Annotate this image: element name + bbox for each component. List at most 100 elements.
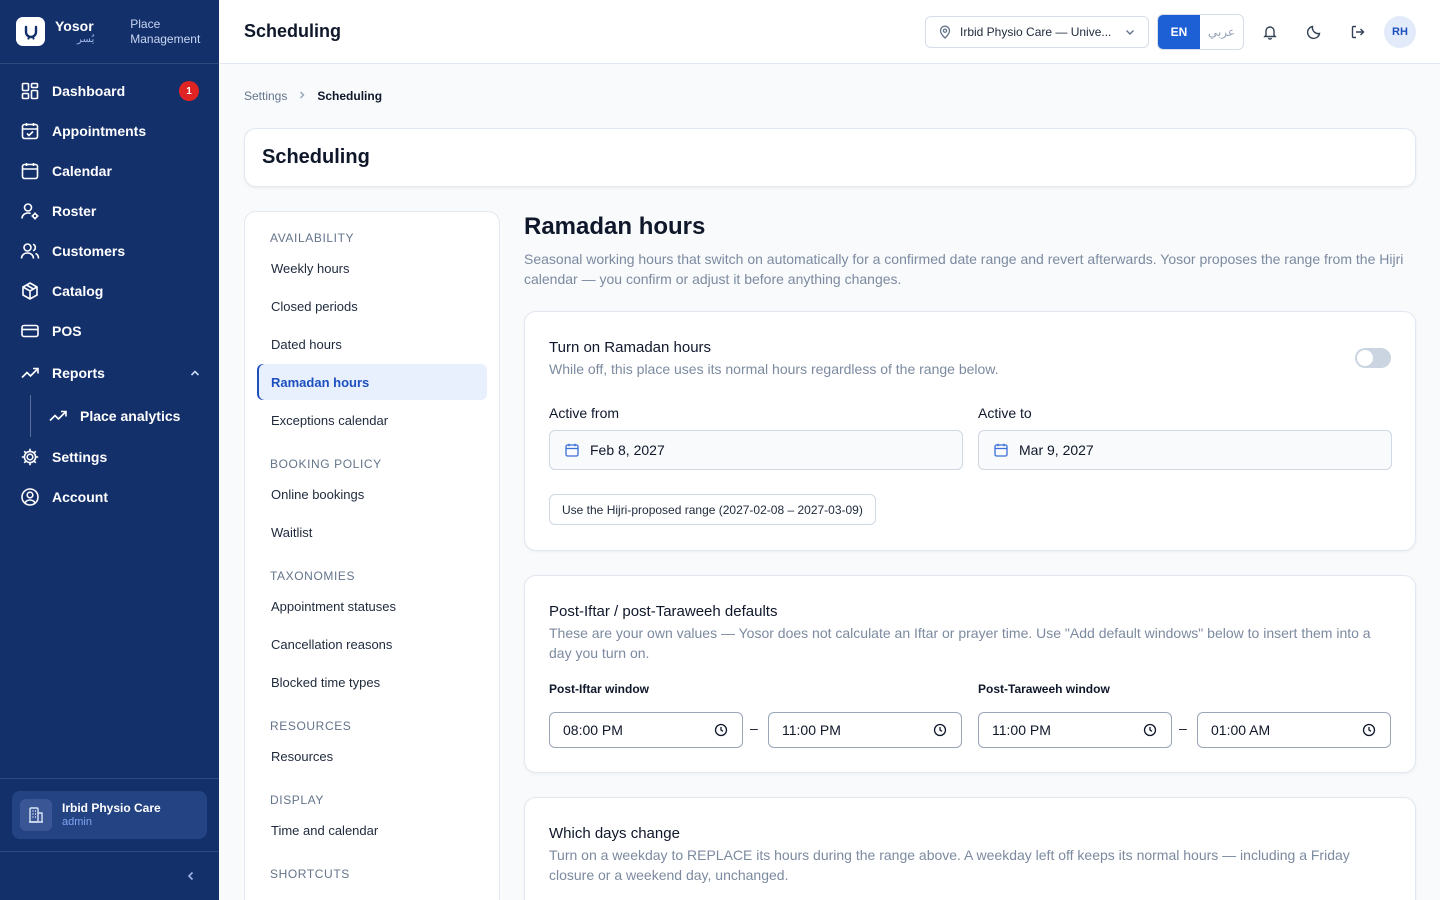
page-title-card: Scheduling	[244, 128, 1416, 187]
settings-submenu: AVAILABILITY Weekly hours Closed periods…	[244, 211, 500, 900]
days-card-title: Which days change	[549, 825, 680, 842]
clock-icon	[714, 723, 728, 737]
post-taraweeh-end-value: 01:00 AM	[1211, 722, 1271, 738]
nav-appointments-label: Appointments	[52, 123, 147, 139]
defaults-card: Post-Iftar / post-Taraweeh defaults Thes…	[524, 575, 1416, 773]
submenu-ramadan-hours[interactable]: Ramadan hours	[257, 364, 487, 400]
active-to-input[interactable]: Mar 9, 2027	[978, 430, 1392, 470]
brand[interactable]: Yosor يُسر Place Management	[0, 0, 219, 64]
days-card-description: Turn on a weekday to REPLACE its hours d…	[549, 847, 1350, 883]
post-taraweeh-start-value: 11:00 PM	[992, 722, 1051, 738]
nav-customers[interactable]: Customers	[0, 231, 219, 271]
submenu-online-bookings[interactable]: Online bookings	[257, 476, 487, 512]
breadcrumb-settings[interactable]: Settings	[244, 89, 287, 103]
clock-icon	[1362, 723, 1376, 737]
lang-ar-button[interactable]: عربي	[1200, 15, 1243, 49]
ramadan-hours-toggle[interactable]	[1355, 348, 1391, 368]
brand-name-en: Yosor	[55, 17, 94, 34]
nav-catalog-label: Catalog	[52, 283, 104, 299]
place-selector[interactable]: Irbid Physio Care — Unive...	[925, 16, 1149, 48]
user-circle-icon	[21, 488, 39, 506]
active-from-value: Feb 8, 2027	[590, 442, 665, 458]
group-resources: RESOURCES	[270, 719, 352, 733]
calendar-icon	[994, 443, 1008, 457]
sidebar: Yosor يُسر Place Management Dashboard 1 …	[0, 0, 219, 900]
brand-subtitle: Place Management	[130, 17, 200, 47]
submenu-appointment-statuses[interactable]: Appointment statuses	[257, 588, 487, 624]
nav-dashboard[interactable]: Dashboard 1	[0, 71, 219, 111]
section-description: Seasonal working hours that switch on au…	[524, 251, 1404, 287]
page-title: Scheduling	[262, 146, 370, 168]
group-availability: AVAILABILITY	[270, 231, 355, 245]
lang-en-button[interactable]: EN	[1158, 15, 1200, 49]
use-hijri-range-button[interactable]: Use the Hijri-proposed range (2027-02-08…	[549, 494, 876, 525]
theme-toggle-button[interactable]	[1304, 22, 1324, 42]
active-from-input[interactable]: Feb 8, 2027	[549, 430, 963, 470]
post-iftar-end-input[interactable]: 11:00 PM	[768, 712, 962, 748]
submenu-cancellation-reasons[interactable]: Cancellation reasons	[257, 626, 487, 662]
nav-customers-label: Customers	[52, 243, 126, 259]
nav-place-analytics-label: Place analytics	[80, 408, 181, 424]
nav-calendar[interactable]: Calendar	[0, 151, 219, 191]
user-cog-icon	[21, 203, 39, 220]
brand-name-ar: يُسر	[77, 33, 95, 45]
nav-settings[interactable]: Settings	[0, 437, 219, 477]
range-separator: –	[1179, 720, 1187, 736]
nav-pos[interactable]: POS	[0, 311, 219, 351]
submenu-exceptions-calendar[interactable]: Exceptions calendar	[257, 402, 487, 438]
post-iftar-end-value: 11:00 PM	[782, 722, 841, 738]
nav-place-analytics[interactable]: Place analytics	[0, 395, 219, 437]
submenu-blocked-time-types[interactable]: Blocked time types	[257, 664, 487, 700]
org-name: Irbid Physio Care	[62, 801, 161, 816]
breadcrumb: Settings Scheduling	[244, 89, 382, 103]
brand-subtitle-line1: Place	[130, 16, 161, 31]
nav-reports[interactable]: Reports	[0, 351, 219, 395]
submenu-waitlist[interactable]: Waitlist	[257, 514, 487, 550]
defaults-card-title: Post-Iftar / post-Taraweeh defaults	[549, 603, 778, 620]
post-taraweeh-start-input[interactable]: 11:00 PM	[978, 712, 1172, 748]
group-display: DISPLAY	[270, 793, 324, 807]
main-content: Ramadan hours Seasonal working hours tha…	[524, 211, 1416, 900]
org-text: Irbid Physio Care admin	[62, 801, 161, 829]
brand-name: Yosor يُسر	[55, 19, 94, 45]
submenu-weekly-hours[interactable]: Weekly hours	[257, 250, 487, 286]
defaults-card-description: These are your own values — Yosor does n…	[549, 625, 1371, 661]
submenu-time-and-calendar[interactable]: Time and calendar	[257, 812, 487, 848]
group-shortcuts: SHORTCUTS	[270, 867, 350, 881]
org-role: admin	[62, 815, 92, 828]
avatar[interactable]: RH	[1384, 16, 1416, 48]
trending-up-icon	[49, 410, 67, 422]
post-taraweeh-end-input[interactable]: 01:00 AM	[1197, 712, 1391, 748]
post-iftar-start-input[interactable]: 08:00 PM	[549, 712, 743, 748]
main-nav: Dashboard 1 Appointments Calendar Roster…	[0, 64, 219, 517]
submenu-dated-hours[interactable]: Dated hours	[257, 326, 487, 362]
nav-appointments[interactable]: Appointments	[0, 111, 219, 151]
post-taraweeh-label: Post-Taraweeh window	[978, 682, 1110, 696]
nav-roster[interactable]: Roster	[0, 191, 219, 231]
notification-badge: 1	[179, 81, 199, 101]
building-icon	[20, 799, 52, 831]
topbar-title: Scheduling	[244, 21, 342, 41]
submenu-resources[interactable]: Resources	[257, 738, 487, 774]
bell-icon	[1263, 26, 1277, 40]
nav-account[interactable]: Account	[0, 477, 219, 517]
logout-button[interactable]	[1348, 22, 1368, 42]
nav-roster-label: Roster	[52, 203, 97, 219]
notifications-button[interactable]	[1260, 22, 1280, 42]
submenu-closed-periods[interactable]: Closed periods	[257, 288, 487, 324]
logo-icon	[16, 17, 45, 46]
clock-icon	[1143, 723, 1157, 737]
calendar-check-icon	[21, 123, 39, 140]
chevron-up-icon[interactable]	[189, 367, 201, 379]
active-to-value: Mar 9, 2027	[1019, 442, 1094, 458]
ramadan-toggle-card: Turn on Ramadan hours While off, this pl…	[524, 311, 1416, 551]
nav-catalog[interactable]: Catalog	[0, 271, 219, 311]
brand-subtitle-line2: Management	[130, 31, 201, 46]
topbar: Scheduling Irbid Physio Care — Unive... …	[219, 0, 1440, 64]
gear-icon	[21, 448, 39, 466]
days-card: Which days change Turn on a weekday to R…	[524, 797, 1416, 900]
logout-icon	[1351, 25, 1365, 39]
collapse-sidebar-button[interactable]	[0, 851, 219, 900]
org-switcher[interactable]: Irbid Physio Care admin	[12, 791, 207, 839]
nav-settings-label: Settings	[52, 449, 108, 465]
